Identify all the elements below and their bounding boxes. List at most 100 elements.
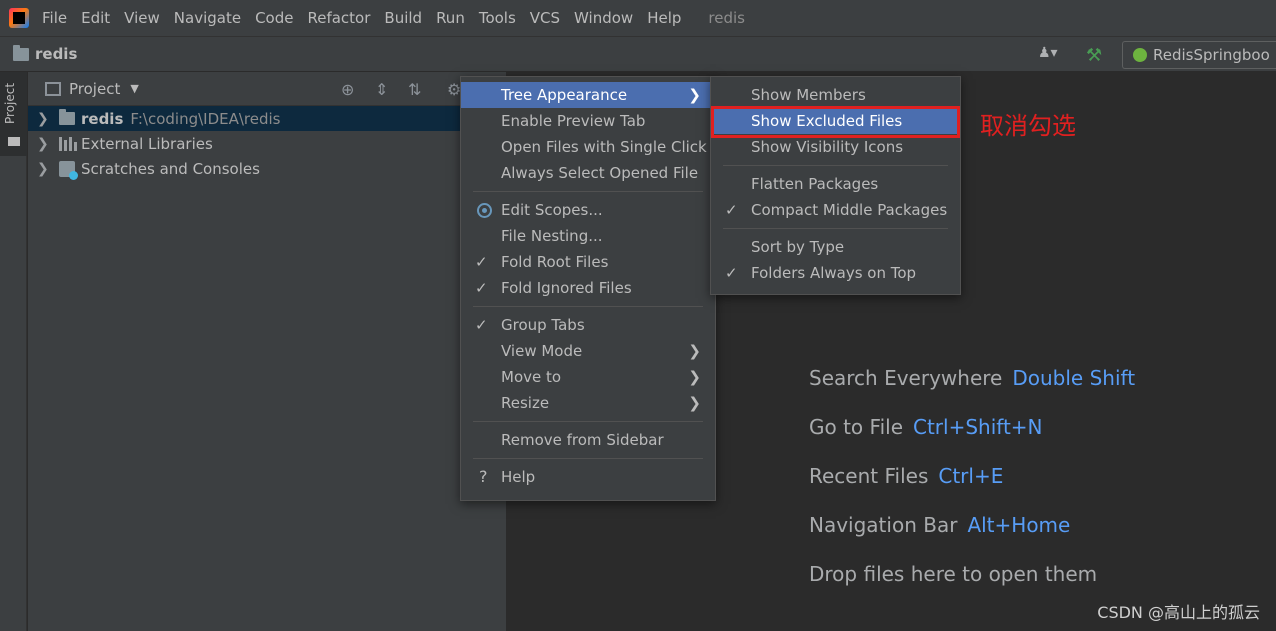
menu-item-label: Fold Root Files: [501, 253, 609, 271]
navigation-bar: redis ♟▾ ⚒ RedisSpringboo: [0, 36, 1276, 72]
chevron-right-icon[interactable]: ❯: [37, 111, 49, 127]
spring-boot-icon: [1133, 48, 1147, 62]
nav-toolbar: ♟▾ ⚒ RedisSpringboo: [1038, 41, 1276, 69]
watermark-text: CSDN @高山上的孤云: [1097, 603, 1260, 622]
menu-edit[interactable]: Edit: [74, 0, 117, 36]
menu-refactor[interactable]: Refactor: [300, 0, 377, 36]
menu-item-always-select-opened[interactable]: Always Select Opened File: [461, 160, 715, 186]
menu-item-label: Folders Always on Top: [751, 264, 917, 282]
menu-item-compact-middle-packages[interactable]: ✓ Compact Middle Packages: [711, 197, 960, 223]
nav-project-breadcrumb[interactable]: redis: [13, 44, 78, 63]
hint-text: Drop files here to open them: [809, 562, 1098, 586]
menu-item-label: Compact Middle Packages: [751, 201, 948, 219]
project-panel-title[interactable]: Project: [69, 80, 120, 98]
folder-icon: [8, 137, 20, 146]
tree-item-label: Scratches and Consoles: [81, 159, 260, 178]
checkmark-icon: ✓: [725, 264, 738, 282]
checkmark-icon: ✓: [475, 253, 488, 271]
user-dropdown-icon[interactable]: ♟▾: [1038, 45, 1066, 65]
folder-icon: [13, 44, 29, 61]
hint-shortcut: Double Shift: [1012, 366, 1136, 390]
menu-item-group-tabs[interactable]: ✓ Group Tabs: [461, 312, 715, 338]
hint-drop-files: Drop files here to open them: [809, 562, 1097, 586]
menu-item-flatten-packages[interactable]: Flatten Packages: [711, 171, 960, 197]
submenu-arrow-icon: ❯: [688, 86, 701, 104]
run-configuration-name: RedisSpringboo: [1153, 46, 1270, 64]
project-panel-header: Project ▼ ⊕ ⇕ ⇅ ⚙: [28, 72, 506, 106]
menu-item-label: Resize: [501, 394, 550, 412]
expand-all-icon[interactable]: ⇕: [375, 80, 388, 99]
hint-shortcut: Alt+Home: [967, 513, 1071, 537]
hint-go-to-file: Go to File Ctrl+Shift+N: [809, 415, 1043, 439]
menu-view[interactable]: View: [117, 0, 167, 36]
menu-item-label: Enable Preview Tab: [501, 112, 646, 130]
menu-file[interactable]: File: [35, 0, 74, 36]
menu-tools[interactable]: Tools: [472, 0, 523, 36]
hint-shortcut: Ctrl+Shift+N: [913, 415, 1043, 439]
menu-item-tree-appearance[interactable]: Tree Appearance ❯: [461, 82, 715, 108]
menu-item-open-single-click[interactable]: Open Files with Single Click: [461, 134, 715, 160]
menu-window[interactable]: Window: [567, 0, 640, 36]
menu-separator: [473, 458, 703, 459]
checkmark-icon: ✓: [475, 279, 488, 297]
menu-item-label: View Mode: [501, 342, 583, 360]
menu-item-move-to[interactable]: Move to ❯: [461, 364, 715, 390]
menu-item-show-members[interactable]: Show Members: [711, 82, 960, 108]
tree-item-scratches[interactable]: ❯ Scratches and Consoles: [28, 156, 506, 181]
menu-help[interactable]: Help: [640, 0, 688, 36]
menu-code[interactable]: Code: [248, 0, 300, 36]
menu-vcs[interactable]: VCS: [523, 0, 567, 36]
menu-item-folders-always-on-top[interactable]: ✓ Folders Always on Top: [711, 260, 960, 286]
menu-item-label: Show Members: [751, 86, 866, 104]
menu-item-label: Group Tabs: [501, 316, 585, 334]
menu-item-label: Always Select Opened File: [501, 164, 699, 182]
project-tool-window: Project ▼ ⊕ ⇕ ⇅ ⚙ ❯ redis F:\coding\IDEA…: [28, 72, 506, 631]
gear-options-menu: Tree Appearance ❯ Enable Preview Tab Ope…: [460, 76, 716, 501]
chevron-down-icon[interactable]: ▼: [130, 82, 138, 95]
menu-item-help[interactable]: ? Help: [461, 464, 715, 490]
menu-navigate[interactable]: Navigate: [167, 0, 248, 36]
hint-navigation-bar: Navigation Bar Alt+Home: [809, 513, 1070, 537]
menu-item-label: Edit Scopes...: [501, 201, 603, 219]
chevron-right-icon[interactable]: ❯: [37, 136, 49, 152]
run-configuration-selector[interactable]: RedisSpringboo: [1122, 41, 1276, 69]
project-tool-window-tab[interactable]: Project: [0, 72, 27, 156]
menu-item-resize[interactable]: Resize ❯: [461, 390, 715, 416]
menu-item-label: Fold Ignored Files: [501, 279, 632, 297]
menu-item-label: File Nesting...: [501, 227, 603, 245]
menu-item-label: Sort by Type: [751, 238, 845, 256]
scratches-icon: [59, 160, 78, 180]
module-folder-icon: [59, 109, 75, 125]
menu-item-remove-from-sidebar[interactable]: Remove from Sidebar: [461, 427, 715, 453]
menu-separator: [723, 165, 948, 166]
tree-item-label: External Libraries: [81, 134, 213, 153]
menu-item-fold-ignored-files[interactable]: ✓ Fold Ignored Files: [461, 275, 715, 301]
menu-separator: [723, 228, 948, 229]
menu-run[interactable]: Run: [429, 0, 472, 36]
menu-item-sort-by-type[interactable]: Sort by Type: [711, 234, 960, 260]
menu-item-edit-scopes[interactable]: Edit Scopes...: [461, 197, 715, 223]
chevron-right-icon[interactable]: ❯: [37, 161, 49, 177]
project-tab-label: Project: [3, 82, 17, 124]
intellij-logo-icon: [9, 8, 29, 28]
tree-item-external-libraries[interactable]: ❯ External Libraries: [28, 131, 506, 156]
hint-text: Recent Files: [809, 464, 929, 488]
tree-item-redis[interactable]: ❯ redis F:\coding\IDEA\redis: [28, 106, 506, 131]
left-tool-stripe: Project: [0, 72, 27, 631]
library-icon: [59, 136, 77, 151]
checkmark-icon: ✓: [725, 201, 738, 219]
help-question-icon: ?: [479, 467, 488, 486]
locate-target-icon[interactable]: ⊕: [341, 80, 354, 99]
menu-separator: [473, 306, 703, 307]
main-menu-bar: File Edit View Navigate Code Refactor Bu…: [0, 0, 1276, 36]
menu-item-file-nesting[interactable]: File Nesting...: [461, 223, 715, 249]
menu-item-fold-root-files[interactable]: ✓ Fold Root Files: [461, 249, 715, 275]
menu-item-enable-preview-tab[interactable]: Enable Preview Tab: [461, 108, 715, 134]
menu-item-view-mode[interactable]: View Mode ❯: [461, 338, 715, 364]
menu-item-label: Move to: [501, 368, 562, 386]
hint-search-everywhere: Search Everywhere Double Shift: [809, 366, 1135, 390]
collapse-all-icon[interactable]: ⇅: [408, 80, 421, 99]
build-hammer-icon[interactable]: ⚒: [1086, 45, 1106, 66]
nav-project-name: redis: [35, 45, 78, 63]
menu-build[interactable]: Build: [377, 0, 429, 36]
